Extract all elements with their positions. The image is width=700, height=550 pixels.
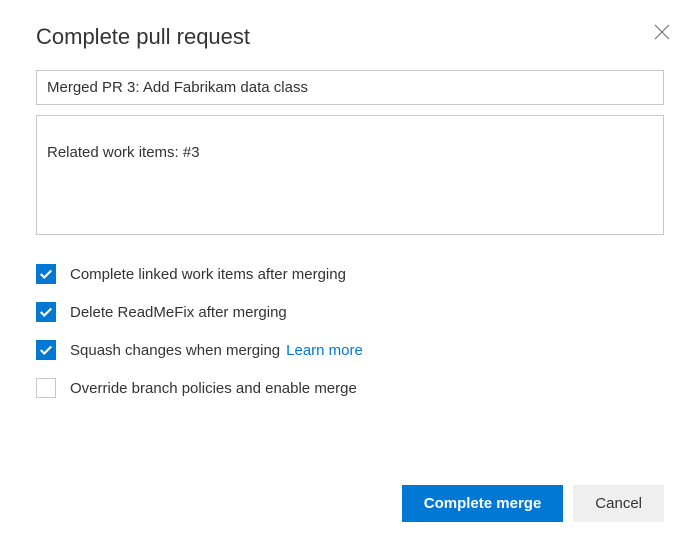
button-row: Complete merge Cancel: [402, 485, 664, 522]
option-squash: Squash changes when merging Learn more: [36, 340, 664, 360]
cancel-button[interactable]: Cancel: [573, 485, 664, 522]
complete-work-items-checkbox[interactable]: [36, 264, 56, 284]
close-icon: [654, 24, 670, 40]
check-icon: [39, 343, 53, 357]
override-policies-label: Override branch policies and enable merg…: [70, 380, 357, 397]
commit-title-input[interactable]: [36, 70, 664, 105]
complete-merge-button[interactable]: Complete merge: [402, 485, 564, 522]
check-icon: [39, 267, 53, 281]
complete-work-items-label: Complete linked work items after merging: [70, 266, 346, 283]
check-icon: [39, 305, 53, 319]
close-button[interactable]: [652, 22, 672, 42]
squash-checkbox[interactable]: [36, 340, 56, 360]
squash-label: Squash changes when merging: [70, 342, 280, 359]
option-override-policies: Override branch policies and enable merg…: [36, 378, 664, 398]
description-input[interactable]: Related work items: #3: [36, 115, 664, 235]
option-delete-branch: Delete ReadMeFix after merging: [36, 302, 664, 322]
delete-branch-checkbox[interactable]: [36, 302, 56, 322]
option-complete-work-items: Complete linked work items after merging: [36, 264, 664, 284]
override-policies-checkbox[interactable]: [36, 378, 56, 398]
learn-more-link[interactable]: Learn more: [286, 342, 363, 359]
dialog-title: Complete pull request: [36, 24, 664, 50]
complete-pr-dialog: Complete pull request Related work items…: [0, 0, 700, 550]
delete-branch-label: Delete ReadMeFix after merging: [70, 304, 287, 321]
